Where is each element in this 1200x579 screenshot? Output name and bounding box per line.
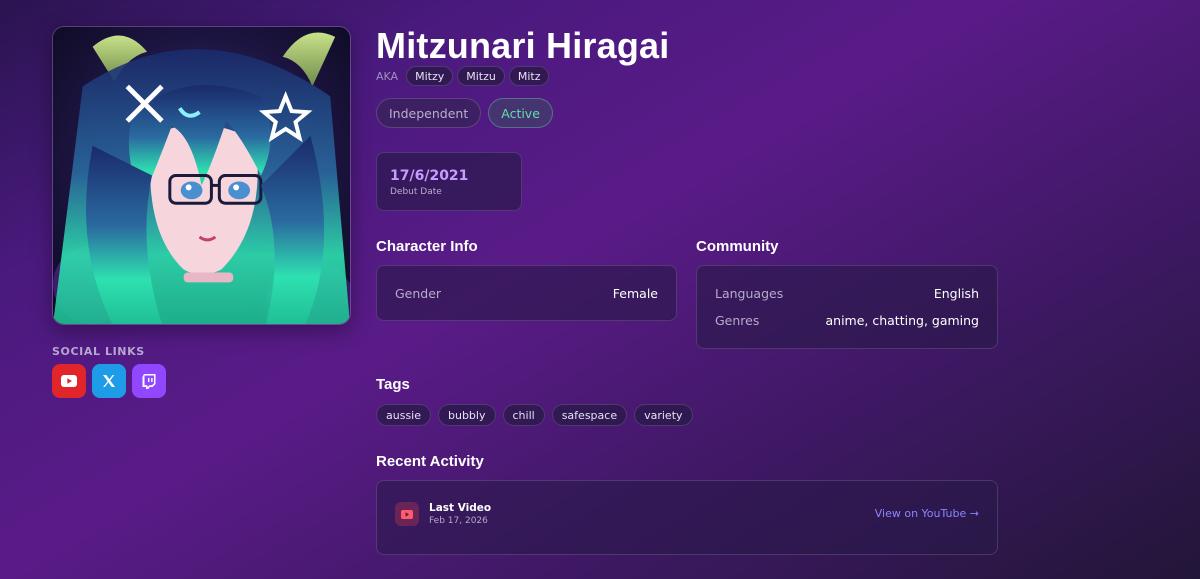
profile-page: SOCIAL LINKS Mitzunari Hiragai AKA Mitzy… (0, 0, 1200, 579)
twitch-icon (142, 373, 156, 389)
info-key: Languages (715, 286, 784, 301)
tag-chip[interactable]: aussie (376, 404, 431, 426)
x-icon (103, 375, 115, 387)
character-info-title: Character Info (376, 238, 478, 255)
info-key: Genres (715, 313, 760, 328)
aka-label: AKA (376, 69, 399, 83)
tag-chip[interactable]: bubbly (438, 404, 496, 426)
debut-date-card: 17/6/2021 Debut Date (376, 152, 522, 211)
avatar-image (53, 27, 350, 324)
video-icon (395, 502, 419, 526)
info-row-gender: Gender Female (395, 280, 658, 307)
x-link-button[interactable] (92, 364, 126, 398)
social-links (52, 364, 166, 398)
debut-date-value: 17/6/2021 (390, 168, 469, 184)
twitch-link-button[interactable] (132, 364, 166, 398)
alias-chip: Mitz (508, 66, 550, 86)
alias-chip: Mitzu (457, 66, 505, 86)
community-card: Languages English Genres anime, chatting… (696, 265, 998, 349)
tags-title: Tags (376, 376, 410, 393)
active-status-badge: Active (488, 98, 553, 128)
page-title: Mitzunari Hiragai (376, 25, 670, 66)
info-value: Female (612, 286, 658, 301)
info-key: Gender (395, 286, 442, 301)
community-title: Community (696, 238, 779, 255)
aliases-row: AKA Mitzy Mitzu Mitz (376, 66, 550, 86)
recent-activity-title: Recent Activity (376, 453, 484, 470)
last-video-title: Last Video (429, 502, 492, 514)
youtube-link-button[interactable] (52, 364, 86, 398)
info-row-genres: Genres anime, chatting, gaming (715, 307, 979, 334)
affiliation-badge: Independent (376, 98, 482, 128)
view-on-youtube-link[interactable]: View on YouTube → (875, 507, 979, 520)
debut-date-label: Debut Date (390, 187, 442, 197)
tags-list: aussie bubbly chill safespace variety (376, 404, 693, 426)
info-value: English (933, 286, 979, 301)
tag-chip[interactable]: chill (502, 404, 545, 426)
tag-chip[interactable]: safespace (551, 404, 628, 426)
last-video-date: Feb 17, 2026 (429, 516, 488, 526)
alias-chip: Mitzy (406, 66, 454, 86)
recent-activity-card: Last Video Feb 17, 2026 View on YouTube … (376, 480, 998, 555)
social-links-title: SOCIAL LINKS (52, 345, 145, 358)
avatar (52, 26, 351, 325)
tag-chip[interactable]: variety (634, 404, 693, 426)
youtube-icon (61, 375, 77, 387)
info-row-languages: Languages English (715, 280, 979, 307)
info-value: anime, chatting, gaming (825, 313, 979, 328)
character-info-card: Gender Female (376, 265, 677, 321)
status-badges: Independent Active (376, 98, 553, 128)
